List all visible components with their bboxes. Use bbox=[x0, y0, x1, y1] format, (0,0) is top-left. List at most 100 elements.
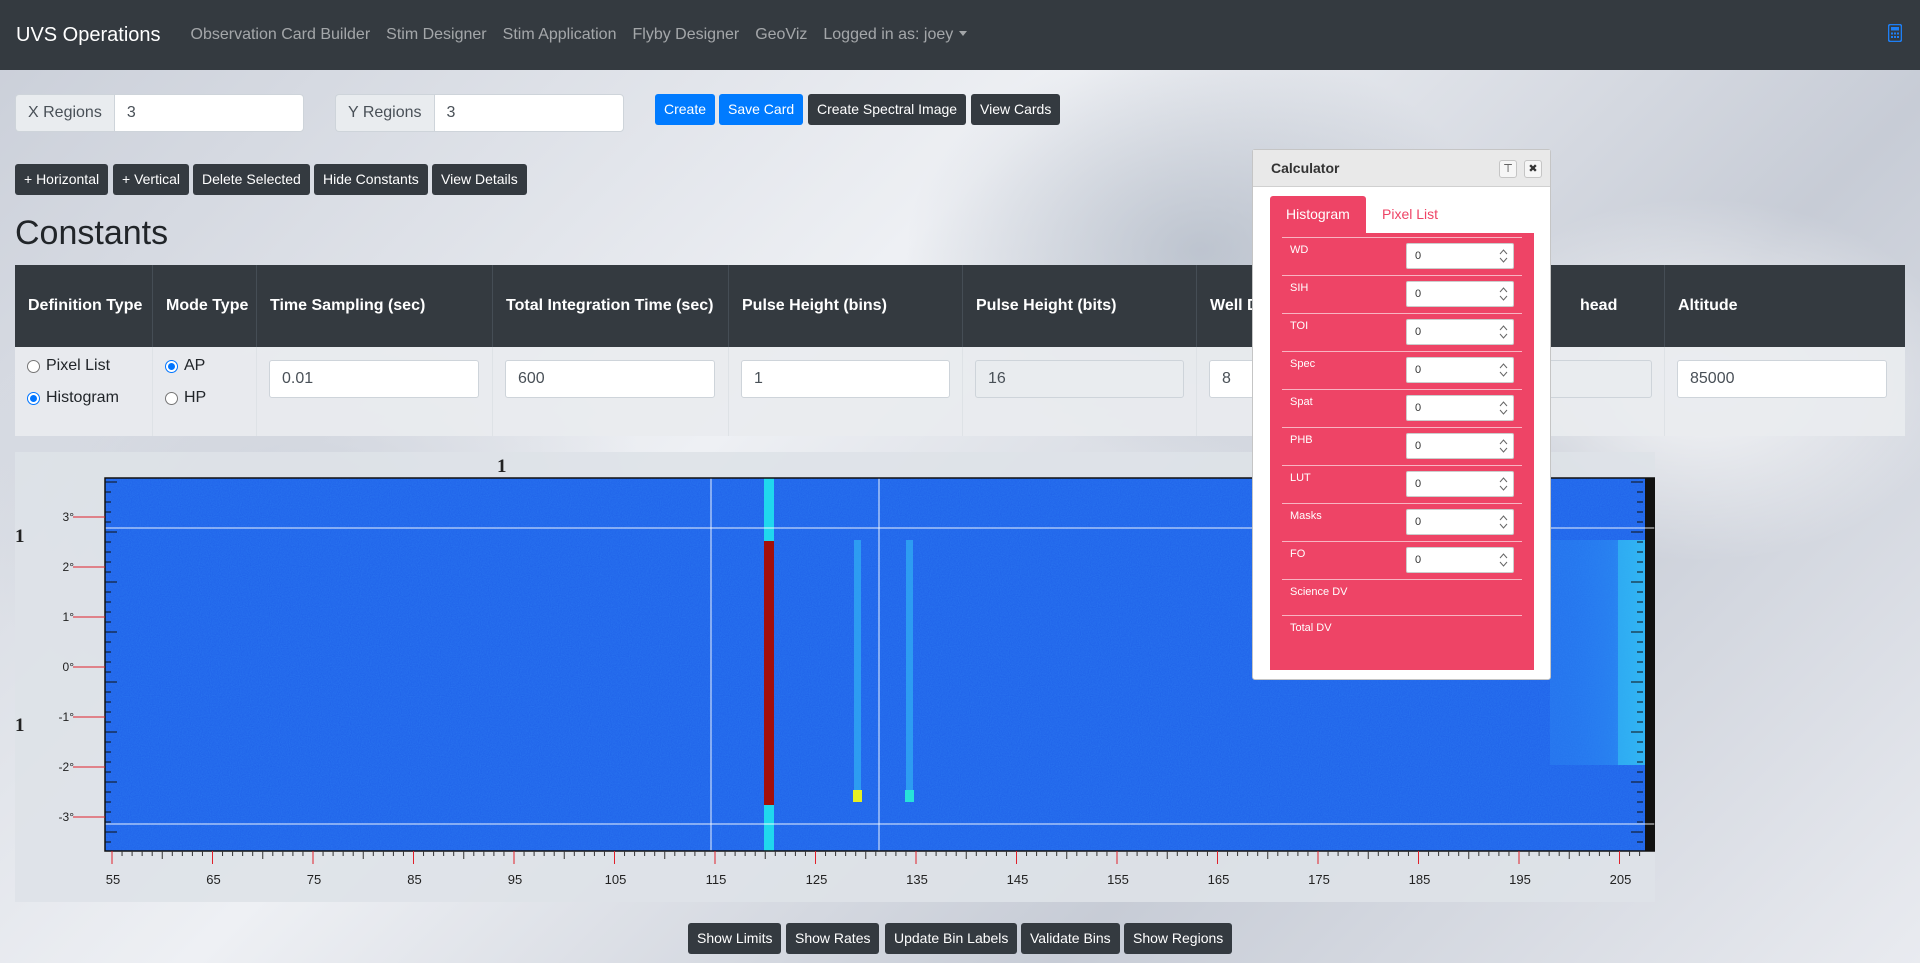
view-cards-button[interactable]: View Cards bbox=[971, 94, 1061, 125]
brand-link[interactable]: UVS Operations bbox=[16, 24, 161, 47]
col-head-label: head bbox=[1580, 297, 1618, 314]
x-tick-label: 115 bbox=[706, 872, 727, 887]
calc-row-lut: LUT 0 bbox=[1282, 465, 1522, 503]
time-sampling-input[interactable]: 0.01 bbox=[269, 360, 479, 398]
radio-pixel-list-control[interactable] bbox=[27, 359, 40, 373]
validate-bins-button[interactable]: Validate Bins bbox=[1021, 923, 1120, 954]
calc-row-masks: Masks 0 bbox=[1282, 503, 1522, 541]
show-limits-button[interactable]: Show Limits bbox=[688, 923, 782, 954]
nav-observation-card-builder[interactable]: Observation Card Builder bbox=[191, 26, 371, 44]
radio-hp-control[interactable] bbox=[165, 391, 178, 405]
constants-table-row: Pixel List Histogram AP HP 0.01 600 1 16… bbox=[15, 347, 1905, 436]
save-card-button[interactable]: Save Card bbox=[719, 94, 804, 125]
radio-ap[interactable]: AP bbox=[165, 357, 205, 375]
spat-spinner[interactable]: 0 bbox=[1406, 395, 1514, 421]
tab-pixel-list[interactable]: Pixel List bbox=[1366, 196, 1454, 233]
masks-spinner[interactable]: 0 bbox=[1406, 509, 1514, 535]
spinner-arrows-icon[interactable] bbox=[1498, 247, 1509, 265]
spinner-arrows-icon[interactable] bbox=[1498, 475, 1509, 493]
phb-spinner[interactable]: 0 bbox=[1406, 433, 1514, 459]
calculator-title: Calculator bbox=[1271, 160, 1340, 176]
spinner-value: 0 bbox=[1415, 364, 1422, 376]
spinner-arrows-icon[interactable] bbox=[1498, 285, 1509, 303]
radio-ap-control[interactable] bbox=[165, 359, 178, 373]
spinner-arrows-icon[interactable] bbox=[1498, 551, 1509, 569]
add-vertical-button[interactable]: + Vertical bbox=[113, 164, 189, 195]
x-tick-label: 55 bbox=[106, 872, 120, 887]
sih-spinner[interactable]: 0 bbox=[1406, 281, 1514, 307]
create-spectral-image-button[interactable]: Create Spectral Image bbox=[808, 94, 967, 125]
radio-ap-label: AP bbox=[184, 357, 206, 374]
caret-down-icon bbox=[959, 31, 968, 36]
x-tick-label: 65 bbox=[206, 872, 220, 887]
toi-spinner[interactable]: 0 bbox=[1406, 319, 1514, 345]
time-sampling-cell: 0.01 bbox=[257, 347, 493, 436]
show-regions-button[interactable]: Show Regions bbox=[1124, 923, 1233, 954]
radio-hp-label: HP bbox=[184, 389, 207, 406]
altitude-input[interactable]: 85000 bbox=[1677, 360, 1887, 398]
lut-spinner[interactable]: 0 bbox=[1406, 471, 1514, 497]
col-definition-type: Definition Type bbox=[15, 265, 153, 347]
science-dv-label: Science DV bbox=[1290, 586, 1348, 598]
y-tick-label: 2° bbox=[63, 560, 75, 574]
x-regions-input[interactable]: 3 bbox=[113, 94, 304, 132]
calculator-histogram-panel: WD 0 SIH 0 TOI 0 Spec 0 Spat 0 PHB 0 LUT 0 Mask… bbox=[1270, 233, 1534, 670]
y-tick-label: -2° bbox=[59, 760, 75, 774]
show-rates-button[interactable]: Show Rates bbox=[786, 923, 880, 954]
spinner-arrows-icon[interactable] bbox=[1498, 399, 1509, 417]
calc-row-total-dv: Total DV bbox=[1282, 615, 1522, 651]
radio-pixel-list-label: Pixel List bbox=[46, 357, 111, 374]
y-regions-input[interactable]: 3 bbox=[433, 94, 624, 132]
view-details-button[interactable]: View Details bbox=[432, 164, 527, 195]
nav-flyby-designer[interactable]: Flyby Designer bbox=[632, 26, 739, 44]
fo-spinner[interactable]: 0 bbox=[1406, 547, 1514, 573]
wd-spinner[interactable]: 0 bbox=[1406, 243, 1514, 269]
user-menu-dropdown[interactable]: Logged in as: joey bbox=[823, 26, 968, 44]
total-integration-input[interactable]: 600 bbox=[505, 360, 715, 398]
x-tick-label: 185 bbox=[1409, 872, 1431, 887]
close-icon[interactable]: ✖ bbox=[1524, 160, 1542, 178]
nav-stim-application[interactable]: Stim Application bbox=[503, 26, 617, 44]
calculator-dialog[interactable]: Calculator ⊤ ✖ Histogram Pixel List WD 0 … bbox=[1252, 149, 1551, 680]
radio-pixel-list[interactable]: Pixel List bbox=[27, 357, 110, 375]
radio-histogram[interactable]: Histogram bbox=[27, 389, 119, 407]
spinner-arrows-icon[interactable] bbox=[1498, 513, 1509, 531]
calculator-icon[interactable] bbox=[1887, 23, 1903, 47]
x-tick-label: 85 bbox=[407, 872, 421, 887]
spec-spinner[interactable]: 0 bbox=[1406, 357, 1514, 383]
nav-stim-designer[interactable]: Stim Designer bbox=[386, 26, 486, 44]
calc-row-label: Masks bbox=[1290, 510, 1322, 522]
constants-table: Definition Type Mode Type Time Sampling … bbox=[15, 265, 1905, 436]
pulse-height-bins-input[interactable]: 1 bbox=[741, 360, 950, 398]
calc-row-sih: SIH 0 bbox=[1282, 275, 1522, 313]
calc-row-label: WD bbox=[1290, 244, 1309, 256]
calc-row-phb: PHB 0 bbox=[1282, 427, 1522, 465]
spinner-arrows-icon[interactable] bbox=[1498, 323, 1509, 341]
update-bin-labels-button[interactable]: Update Bin Labels bbox=[885, 923, 1018, 954]
spinner-arrows-icon[interactable] bbox=[1498, 361, 1509, 379]
constants-table-header: Definition Type Mode Type Time Sampling … bbox=[15, 265, 1905, 347]
col-time-sampling: Time Sampling (sec) bbox=[257, 265, 493, 347]
y-tick-label: 3° bbox=[63, 510, 75, 524]
y-tick-label: -1° bbox=[59, 710, 75, 724]
col-pulse-height-bins: Pulse Height (bins) bbox=[729, 265, 963, 347]
radio-histogram-control[interactable] bbox=[27, 391, 40, 405]
x-tick-label: 135 bbox=[906, 872, 928, 887]
radio-hp[interactable]: HP bbox=[165, 389, 206, 407]
create-button[interactable]: Create bbox=[655, 94, 716, 125]
spinner-value: 0 bbox=[1415, 250, 1422, 262]
hide-constants-button[interactable]: Hide Constants bbox=[314, 164, 428, 195]
altitude-cell: 85000 bbox=[1665, 347, 1905, 436]
nav-geoviz[interactable]: GeoViz bbox=[755, 26, 807, 44]
pin-icon[interactable]: ⊤ bbox=[1499, 160, 1517, 178]
calc-row-spec: Spec 0 bbox=[1282, 351, 1522, 389]
spinner-arrows-icon[interactable] bbox=[1498, 437, 1509, 455]
y-region-label-top: 1 bbox=[15, 526, 25, 547]
calc-row-toi: TOI 0 bbox=[1282, 313, 1522, 351]
add-horizontal-button[interactable]: + Horizontal bbox=[15, 164, 109, 195]
delete-selected-button[interactable]: Delete Selected bbox=[193, 164, 310, 195]
spinner-value: 0 bbox=[1415, 554, 1422, 566]
tab-histogram[interactable]: Histogram bbox=[1270, 196, 1366, 233]
y-regions-group: Y Regions 3 bbox=[335, 94, 624, 132]
calc-row-fo: FO 0 bbox=[1282, 541, 1522, 579]
